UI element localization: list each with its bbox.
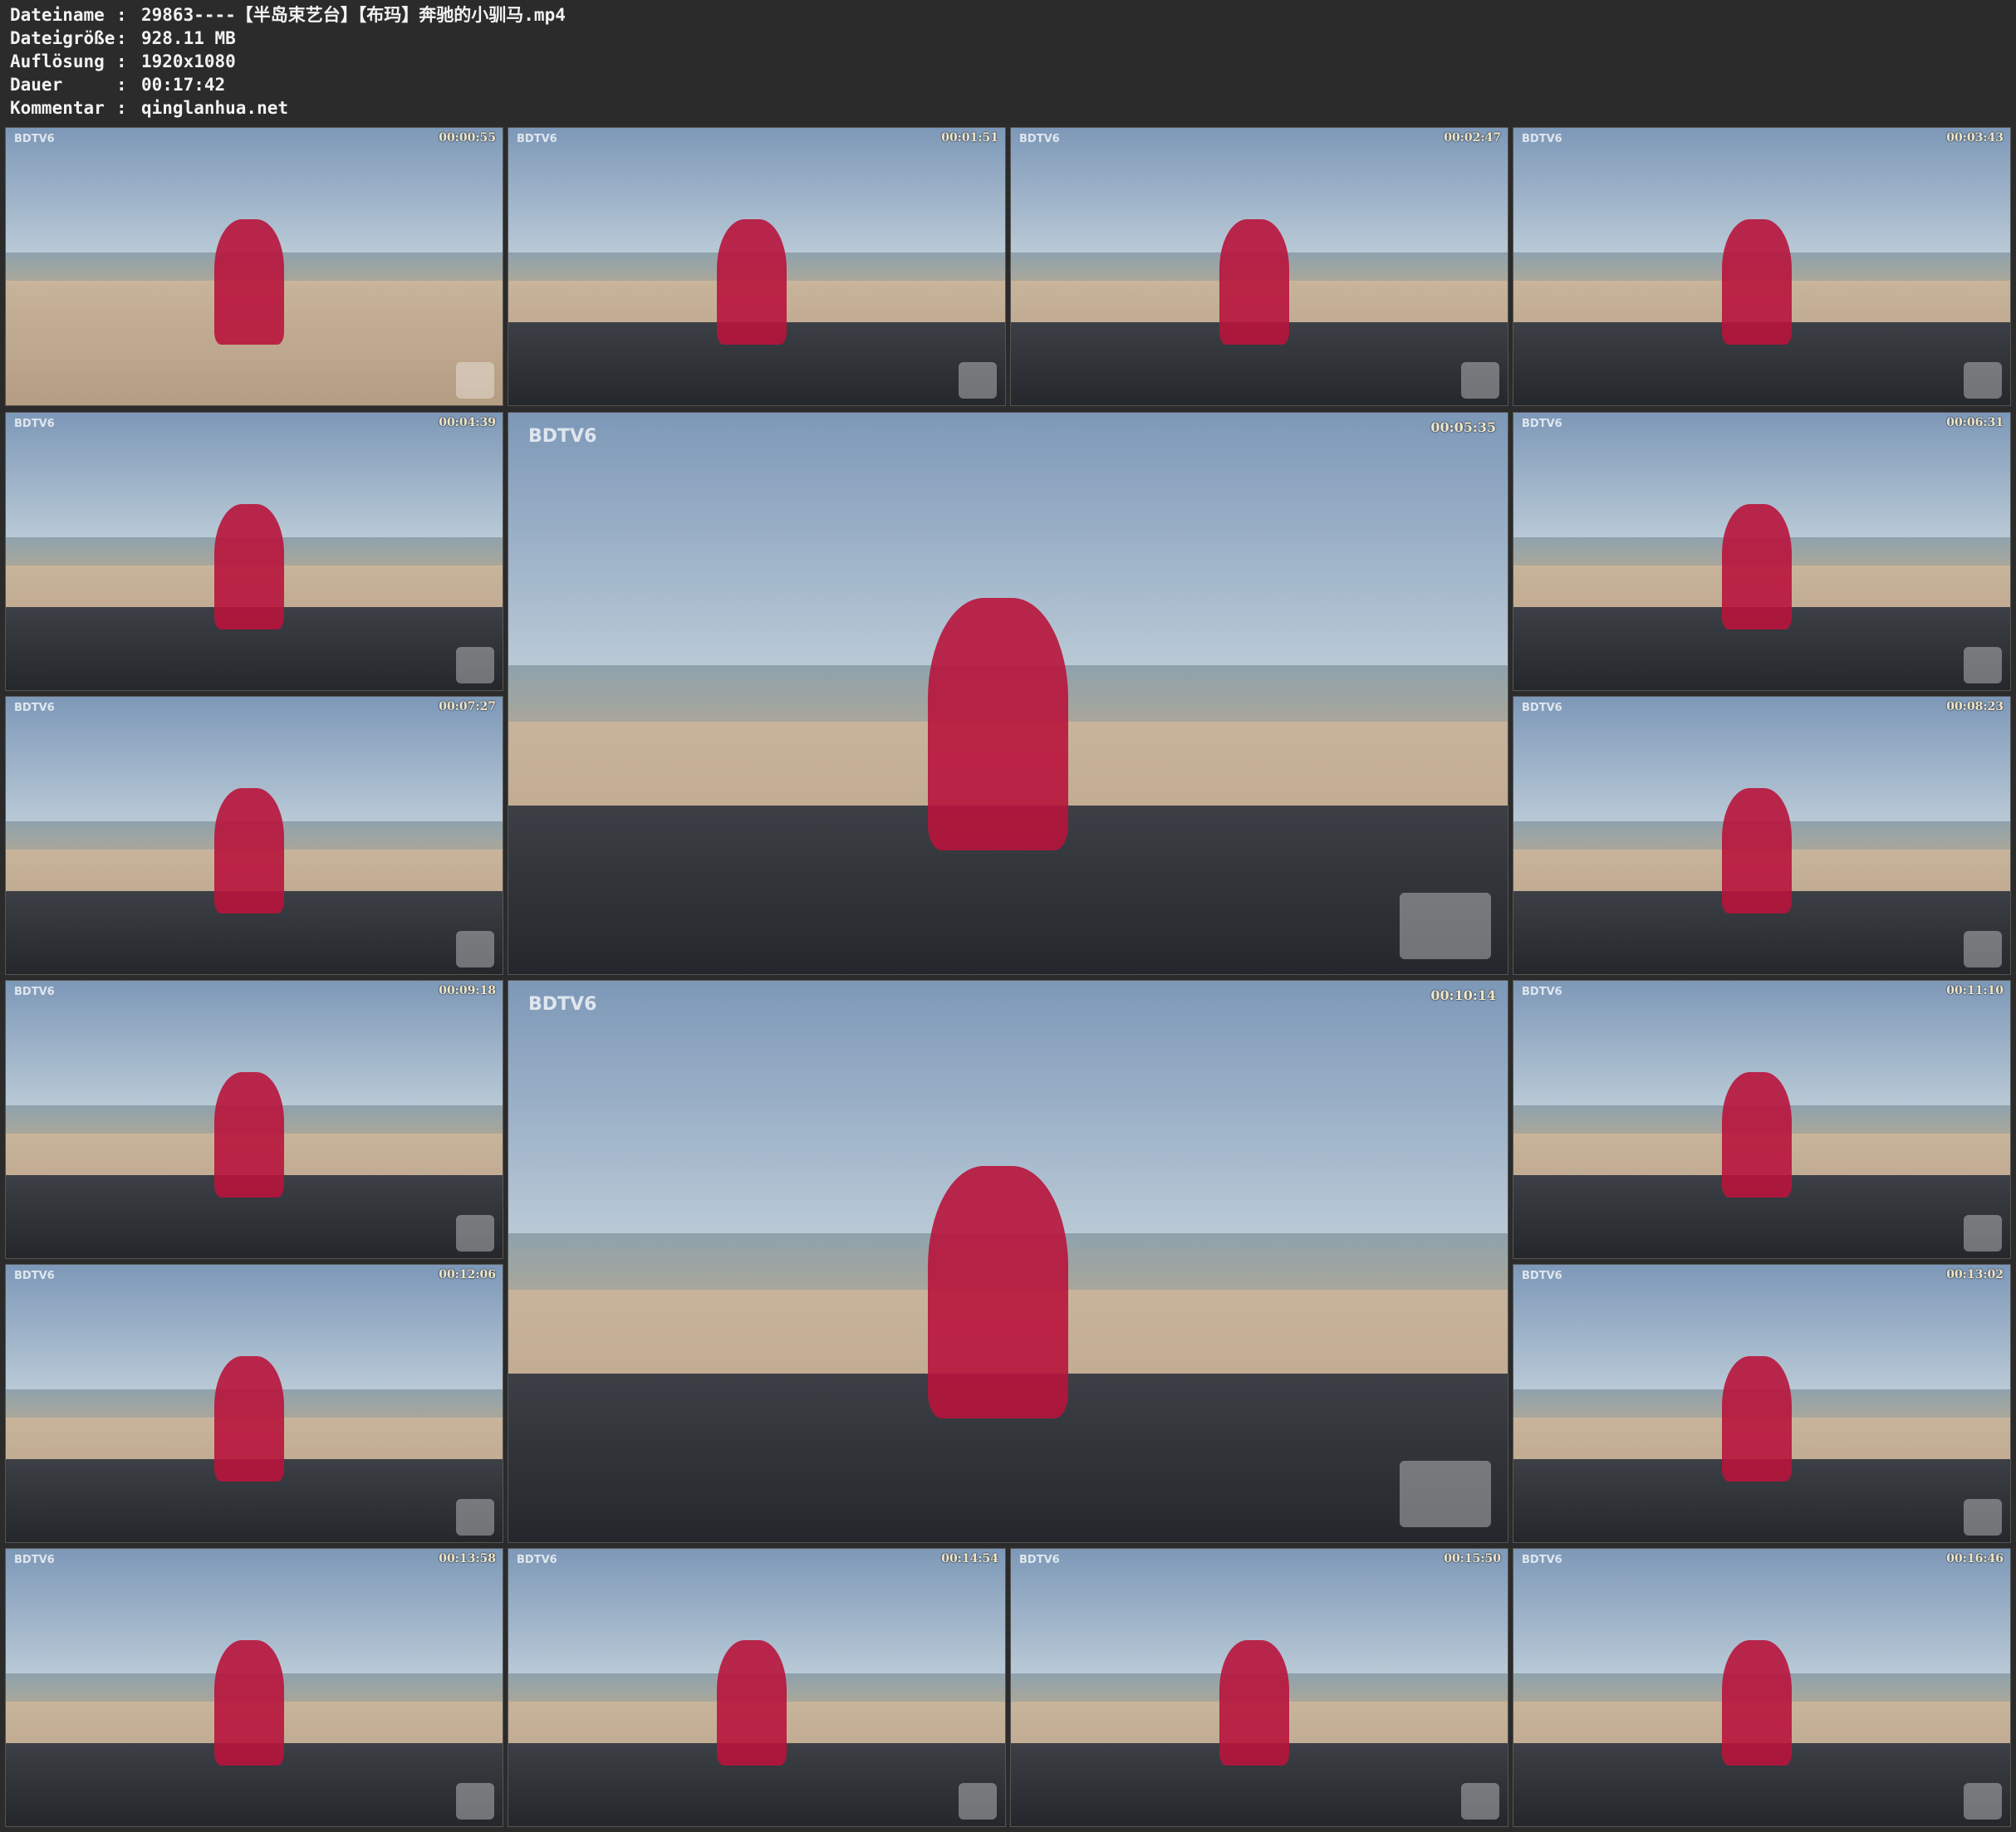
- watermark-logo-icon: [1400, 1461, 1491, 1527]
- watermark-logo-icon: [1964, 362, 2002, 399]
- thumbnail-timestamp: 00:05:35: [1430, 419, 1496, 435]
- channel-logo: BDTV6: [517, 1554, 557, 1566]
- watermark-logo-icon: [1461, 1783, 1499, 1820]
- video-thumbnail: BDTV6 00:10:14: [508, 980, 1508, 1543]
- channel-logo: BDTV6: [14, 1270, 55, 1282]
- video-thumbnail: BDTV6 00:14:54: [508, 1548, 1006, 1827]
- video-thumbnail: BDTV6 00:08:23: [1513, 696, 2011, 975]
- channel-logo: BDTV6: [528, 426, 597, 447]
- thumbnail-subject: [214, 1356, 284, 1482]
- thumbnail-subject: [1219, 219, 1289, 345]
- thumbnail-timestamp: 00:03:43: [1946, 131, 2004, 145]
- video-thumbnail: BDTV6 00:01:51: [508, 127, 1006, 406]
- thumbnail-timestamp: 00:15:50: [1444, 1552, 1501, 1565]
- thumbnail-timestamp: 00:13:58: [439, 1552, 496, 1565]
- watermark-logo-icon: [1964, 1499, 2002, 1536]
- thumbnail-timestamp: 00:06:31: [1946, 416, 2004, 429]
- channel-logo: BDTV6: [1522, 702, 1562, 714]
- thumbnail-timestamp: 00:08:23: [1946, 700, 2004, 713]
- thumbnail-timestamp: 00:12:06: [439, 1268, 496, 1281]
- thumbnail-timestamp: 00:01:51: [941, 131, 998, 145]
- video-thumbnail: BDTV6 00:04:39: [5, 412, 503, 691]
- video-thumbnail: BDTV6 00:00:55: [5, 127, 503, 406]
- watermark-logo-icon: [456, 1499, 494, 1536]
- thumbnail-subject: [1722, 1072, 1792, 1198]
- thumbnail-subject: [1722, 1356, 1792, 1482]
- channel-logo: BDTV6: [14, 133, 55, 145]
- thumbnail-timestamp: 00:13:02: [1946, 1268, 2004, 1281]
- channel-logo: BDTV6: [1522, 133, 1562, 145]
- channel-logo: BDTV6: [14, 986, 55, 998]
- thumbnail-subject: [1219, 1640, 1289, 1766]
- video-thumbnail: BDTV6 00:15:50: [1010, 1548, 1508, 1827]
- thumbnail-timestamp: 00:10:14: [1430, 987, 1496, 1003]
- watermark-logo-icon: [456, 931, 494, 967]
- video-thumbnail: BDTV6 00:09:18: [5, 980, 503, 1259]
- watermark-logo-icon: [456, 1215, 494, 1252]
- thumbnail-timestamp: 00:07:27: [439, 700, 496, 713]
- thumbnail-subject: [928, 1166, 1068, 1419]
- watermark-logo-icon: [1400, 893, 1491, 959]
- thumbnail-grid: BDTV6 00:00:55 BDTV6 00:01:51 BDTV6 00:02:47 B…: [0, 0, 2016, 1832]
- channel-logo: BDTV6: [528, 994, 597, 1015]
- thumbnail-timestamp: 00:11:10: [1946, 984, 2004, 997]
- thumbnail-timestamp: 00:04:39: [439, 416, 496, 429]
- thumbnail-subject: [214, 219, 284, 345]
- channel-logo: BDTV6: [14, 1554, 55, 1566]
- thumbnail-subject: [214, 504, 284, 629]
- thumbnail-timestamp: 00:02:47: [1444, 131, 1501, 145]
- thumbnail-subject: [214, 788, 284, 914]
- thumbnail-subject: [717, 1640, 787, 1766]
- watermark-logo-icon: [456, 647, 494, 683]
- channel-logo: BDTV6: [1522, 986, 1562, 998]
- thumbnail-timestamp: 00:14:54: [941, 1552, 998, 1565]
- watermark-logo-icon: [456, 362, 494, 399]
- thumbnail-subject: [928, 598, 1068, 851]
- channel-logo: BDTV6: [1522, 1270, 1562, 1282]
- thumbnail-subject: [1722, 219, 1792, 345]
- thumbnail-subject: [214, 1640, 284, 1766]
- watermark-logo-icon: [959, 362, 997, 399]
- video-thumbnail: BDTV6 00:12:06: [5, 1264, 503, 1543]
- watermark-logo-icon: [1964, 647, 2002, 683]
- video-thumbnail: BDTV6 00:13:58: [5, 1548, 503, 1827]
- thumbnail-subject: [1722, 504, 1792, 629]
- channel-logo: BDTV6: [14, 702, 55, 714]
- watermark-logo-icon: [1964, 1215, 2002, 1252]
- video-thumbnail: BDTV6 00:05:35: [508, 412, 1508, 975]
- video-thumbnail: BDTV6 00:16:46: [1513, 1548, 2011, 1827]
- video-thumbnail: BDTV6 00:02:47: [1010, 127, 1508, 406]
- video-thumbnail: BDTV6 00:06:31: [1513, 412, 2011, 691]
- channel-logo: BDTV6: [1522, 1554, 1562, 1566]
- thumbnail-timestamp: 00:09:18: [439, 984, 496, 997]
- watermark-logo-icon: [1964, 1783, 2002, 1820]
- watermark-logo-icon: [1964, 931, 2002, 967]
- video-thumbnail: BDTV6 00:07:27: [5, 696, 503, 975]
- channel-logo: BDTV6: [1019, 133, 1060, 145]
- channel-logo: BDTV6: [517, 133, 557, 145]
- thumbnail-subject: [214, 1072, 284, 1198]
- channel-logo: BDTV6: [1522, 418, 1562, 430]
- thumbnail-timestamp: 00:00:55: [439, 131, 496, 145]
- thumbnail-timestamp: 00:16:46: [1946, 1552, 2004, 1565]
- channel-logo: BDTV6: [1019, 1554, 1060, 1566]
- video-thumbnail: BDTV6 00:11:10: [1513, 980, 2011, 1259]
- video-thumbnail: BDTV6 00:13:02: [1513, 1264, 2011, 1543]
- video-thumbnail: BDTV6 00:03:43: [1513, 127, 2011, 406]
- thumbnail-subject: [1722, 1640, 1792, 1766]
- thumbnail-subject: [1722, 788, 1792, 914]
- watermark-logo-icon: [1461, 362, 1499, 399]
- watermark-logo-icon: [456, 1783, 494, 1820]
- thumbnail-subject: [717, 219, 787, 345]
- watermark-logo-icon: [959, 1783, 997, 1820]
- channel-logo: BDTV6: [14, 418, 55, 430]
